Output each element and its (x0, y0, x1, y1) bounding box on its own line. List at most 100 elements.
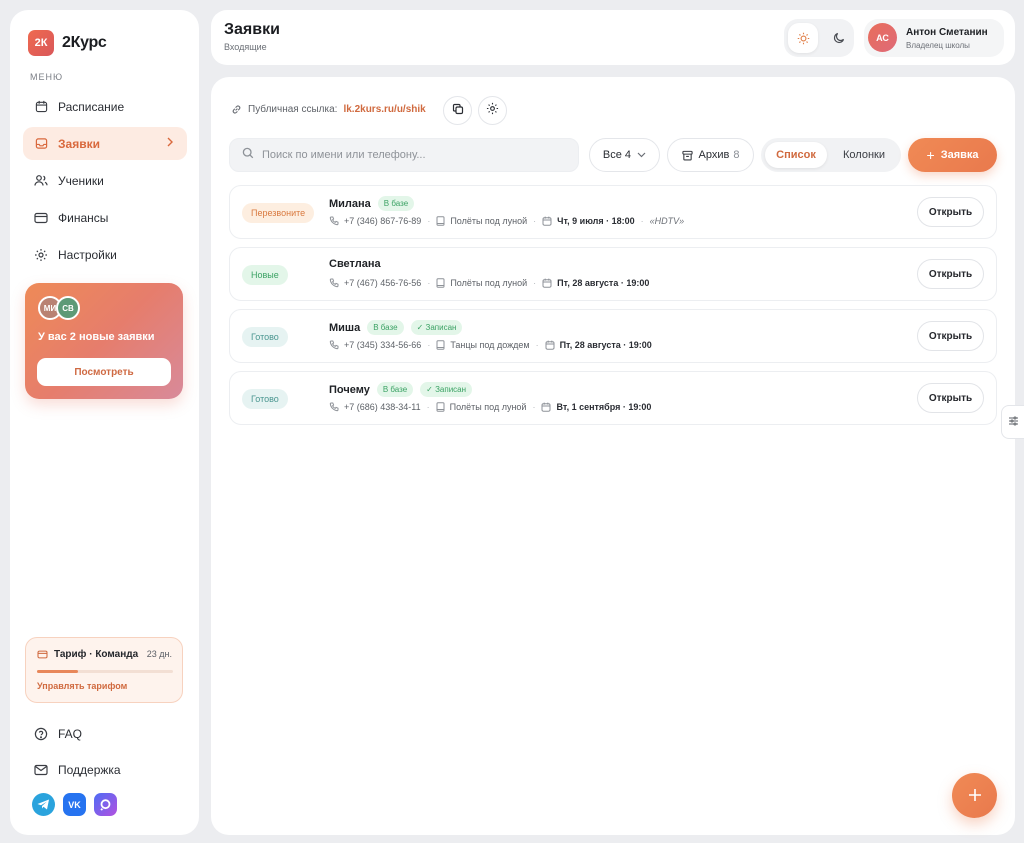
request-name: Почему (329, 383, 370, 396)
sidebar-item-label: Ученики (58, 173, 104, 188)
user-role: Владелец школы (906, 41, 970, 50)
status-badge[interactable]: Новые (242, 265, 288, 285)
filter-label: Все 4 (602, 149, 632, 161)
archive-button[interactable]: Архив 8 (667, 138, 754, 172)
tariff-days: 23 дн. (146, 649, 172, 659)
sidebar-item-schedule[interactable]: Расписание (23, 90, 187, 123)
status-badge[interactable]: Готово (242, 389, 288, 409)
request-note: «HDTV» (649, 216, 685, 226)
separator: · (533, 278, 537, 288)
request-name: Милана (329, 197, 371, 210)
public-link-url[interactable]: lk.2kurs.ru/u/shik (343, 104, 425, 115)
sidebar-item-students[interactable]: Ученики (23, 164, 187, 197)
inbox-icon (34, 137, 48, 151)
sidebar-item-settings[interactable]: Настройки (23, 238, 187, 271)
separator: · (427, 340, 431, 350)
add-request-label: Заявка (940, 149, 979, 161)
sidebar-item-support[interactable]: Поддержка (23, 753, 187, 786)
book-icon (436, 402, 445, 412)
view-columns-button[interactable]: Колонки (833, 142, 895, 168)
calendar-icon (545, 340, 555, 350)
plus-icon (967, 783, 983, 809)
social-links: VK (32, 793, 117, 816)
sidebar-item-label: Заявки (58, 136, 100, 151)
calendar-icon (542, 216, 552, 226)
public-link-label: Публичная ссылка: (248, 104, 338, 115)
open-request-button[interactable]: Открыть (917, 197, 984, 227)
gear-icon (486, 102, 499, 120)
search-input[interactable] (262, 149, 552, 161)
separator: · (535, 340, 539, 350)
request-meta: +7 (467) 456-76-56 · Полёты под луной · … (329, 278, 649, 288)
phone-icon (329, 278, 339, 288)
vk-icon[interactable]: VK (63, 793, 86, 816)
list-item[interactable]: Перезвоните Милана В базе +7 (346) 867-7… (229, 185, 997, 239)
view-list-button[interactable]: Список (765, 142, 827, 168)
manage-tariff-link[interactable]: Управлять тарифом (37, 681, 127, 691)
requests-list: Перезвоните Милана В базе +7 (346) 867-7… (229, 185, 997, 433)
menu-label: МЕНЮ (30, 72, 64, 82)
search-icon (242, 146, 254, 164)
request-meta: +7 (686) 438-34-11 · Полёты под луной · … (329, 402, 651, 412)
calendar-icon (541, 402, 551, 412)
max-messenger-icon[interactable] (94, 793, 117, 816)
status-badge[interactable]: Готово (242, 327, 288, 347)
request-name-line: Миша В базе ✓ Записан (329, 320, 463, 335)
request-date: Вт, 1 сентября · 19:00 (556, 402, 652, 412)
telegram-icon[interactable] (32, 793, 55, 816)
tariff-name: Тариф · Команда (54, 649, 139, 660)
tariff-title: Тариф · Команда (37, 649, 138, 660)
open-request-button[interactable]: Открыть (917, 383, 984, 413)
request-date: Пт, 28 августа · 19:00 (557, 278, 650, 288)
status-badge[interactable]: Перезвоните (242, 203, 315, 223)
add-request-button[interactable]: + Заявка (908, 138, 997, 172)
sidebar-item-requests[interactable]: Заявки (23, 127, 187, 160)
sidebar: 2К 2Курс МЕНЮ Расписание Заявки Ученики (10, 10, 199, 835)
open-request-button[interactable]: Открыть (917, 321, 984, 351)
sidebar-item-faq[interactable]: FAQ (23, 717, 187, 750)
archive-label: Архив (698, 149, 730, 161)
status-filter-dropdown[interactable]: Все 4 (589, 138, 660, 172)
in-base-tag: В базе (376, 382, 414, 397)
open-request-button[interactable]: Открыть (917, 259, 984, 289)
gear-icon (34, 248, 48, 262)
enrolled-tag: ✓ Записан (420, 382, 473, 397)
phone-icon (329, 340, 339, 350)
separator: · (427, 216, 431, 226)
list-item[interactable]: Готово Миша В базе ✓ Записан +7 (345) 33… (229, 309, 997, 363)
calendar-icon (34, 100, 48, 114)
floating-add-button[interactable] (952, 773, 997, 818)
requests-panel: Публичная ссылка: lk.2kurs.ru/u/shik Все… (211, 77, 1015, 835)
sun-icon[interactable] (788, 23, 818, 53)
copy-link-button[interactable] (443, 96, 472, 125)
sidebar-item-label: Поддержка (58, 762, 121, 777)
request-date: Пт, 28 августа · 19:00 (559, 340, 652, 350)
link-settings-button[interactable] (478, 96, 507, 125)
calendar-icon (542, 278, 552, 288)
tariff-progress (37, 670, 173, 673)
archive-icon (681, 150, 693, 161)
phone-icon (329, 216, 339, 226)
separator: · (640, 216, 644, 226)
filter-panel-tab[interactable] (1001, 405, 1024, 439)
user-menu[interactable]: АС Антон Сметанин Владелец школы (864, 19, 1004, 57)
page-title: Заявки (224, 21, 280, 38)
users-icon (34, 174, 48, 188)
enrolled-tag: ✓ Записан (410, 320, 463, 335)
moon-icon[interactable] (824, 23, 854, 53)
sidebar-item-finance[interactable]: Финансы (23, 201, 187, 234)
request-phone: +7 (686) 438-34-11 (344, 402, 421, 412)
list-item[interactable]: Новые Светлана +7 (467) 456-76-56 · Полё… (229, 247, 997, 301)
request-course: Полёты под луной (450, 216, 528, 226)
logo[interactable]: 2К 2Курс (28, 30, 107, 56)
request-name-line: Почему В базе ✓ Записан (329, 382, 473, 397)
view-requests-button[interactable]: Посмотреть (37, 358, 171, 386)
request-name-line: Светлана (329, 258, 381, 270)
list-item[interactable]: Готово Почему В базе ✓ Записан +7 (686) … (229, 371, 997, 425)
in-base-tag: В базе (377, 196, 415, 211)
logo-mark: 2К (28, 30, 54, 56)
request-meta: +7 (345) 334-56-66 · Танцы под дождем · … (329, 340, 652, 350)
card-icon (37, 650, 48, 659)
request-phone: +7 (467) 456-76-56 (344, 278, 422, 288)
page-subtitle: Входящие (224, 42, 267, 52)
